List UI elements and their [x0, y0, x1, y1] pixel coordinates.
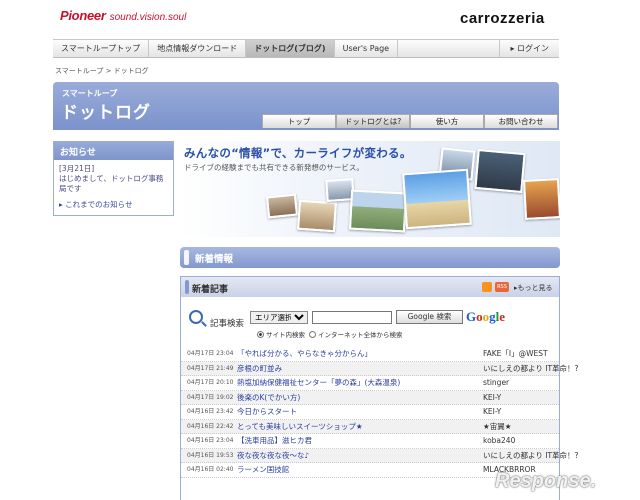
section-marker-icon — [185, 280, 189, 294]
notice-date: [3月21日] — [59, 164, 95, 173]
article-title-link[interactable]: 夜な夜な夜な夜～な♪ — [237, 449, 309, 463]
banner-tabs: トップ ドットログとは? 使い方 お問い合わせ — [262, 114, 558, 128]
breadcrumb: スマートループ > ドットログ — [55, 67, 149, 75]
option-web-search[interactable]: インターネット全体から検索 — [309, 329, 403, 339]
nav-users-page[interactable]: User's Page — [335, 40, 399, 57]
photo-family — [296, 199, 338, 233]
article-author[interactable]: FAKE「I」@WEST — [483, 347, 548, 361]
article-date: 04月16日 22:42 — [187, 422, 234, 430]
article-title-link[interactable]: とっても美味しいスイーツショップ★ — [237, 420, 363, 434]
article-row[interactable]: 04月16日 19:53 夜な夜な夜な夜～な♪ いにしえの都より IT革命！? — [181, 448, 579, 463]
article-title-link[interactable]: 後楽のK(でかい方) — [237, 391, 300, 405]
photo-people — [265, 193, 299, 219]
article-title-link[interactable]: 熱塩加納保健福祉センター「夢の森」(大森温泉) — [237, 376, 400, 390]
response-watermark: Response. — [495, 470, 597, 492]
notice-body: [3月21日] はじめまして、ドットログ事務局です — [54, 160, 173, 198]
news-section-header: 新着情報 — [180, 247, 560, 268]
article-date: 04月17日 23:04 — [187, 350, 234, 357]
photo-road — [348, 189, 408, 233]
login-link[interactable]: ▸ ログイン — [499, 40, 559, 57]
news-section-title: 新着情報 — [195, 254, 234, 265]
page-title: ドットログ — [61, 103, 151, 123]
article-date: 04月16日 23:42 — [187, 408, 234, 415]
article-title-link[interactable]: 彦根の町並み — [237, 362, 282, 376]
search-input[interactable] — [312, 311, 392, 324]
article-row[interactable]: 04月16日 22:42 とっても美味しいスイーツショップ★ ★宙翼★ — [181, 419, 559, 434]
article-title-link[interactable]: 今日からスタート — [237, 405, 297, 419]
search-label: 記事検索 — [210, 319, 245, 329]
photo-street — [474, 148, 526, 194]
article-author[interactable]: koba240 — [483, 434, 515, 448]
option-site-search[interactable]: サイト内検索 — [257, 329, 305, 339]
articles-header: 新着記事 RSS ▸もっと見る — [181, 277, 559, 297]
article-row[interactable]: 04月17日 23:04 「やれば分かる、やらなきゃ分からん」 FAKE「I」@WE… — [181, 347, 559, 362]
notice-text[interactable]: はじめまして、ドットログ事務局です — [59, 174, 168, 194]
tab-about-dotlog[interactable]: ドットログとは? — [336, 114, 410, 128]
hero-banner: みんなの“情報”で、カーライフが変わる。 ドライブの経験までも共有できる新発想の… — [180, 141, 560, 237]
more-link-label: もっと見る — [517, 284, 553, 292]
area-select[interactable]: エリア選択 — [250, 311, 308, 324]
photo-beach-palm — [402, 168, 472, 230]
article-date: 04月16日 02:40 — [187, 466, 234, 473]
article-row[interactable]: 04月17日 19:02 後楽のK(でかい方) KEI-Y — [181, 390, 559, 405]
article-date: 04月17日 20:10 — [187, 379, 234, 386]
article-author[interactable]: stinger — [483, 376, 509, 390]
article-list: 04月17日 23:04 「やれば分かる、やらなきゃ分からん」 FAKE「I」@WE… — [181, 347, 579, 478]
nav-dotlog-blog[interactable]: ドットログ(ブログ) — [246, 40, 335, 57]
notice-box: お知らせ [3月21日] はじめまして、ドットログ事務局です ▸ これまでのお知… — [53, 141, 174, 216]
section-marker-icon — [184, 250, 189, 265]
articles-title: 新着記事 — [192, 285, 229, 295]
pioneer-logo[interactable]: Pioneer sound.vision.soul — [60, 8, 186, 23]
rss-badge-icon[interactable]: RSS — [495, 282, 509, 292]
article-title-link[interactable]: 【洗車用品】滋ヒカ君 — [237, 434, 312, 448]
rss-icon[interactable] — [482, 282, 492, 292]
google-search-button[interactable]: Google 検索 — [396, 310, 463, 324]
article-title-link[interactable]: 「やれば分かる、やらなきゃ分からん」 — [237, 347, 372, 361]
article-title-link[interactable]: ラーメン国技館 — [237, 463, 289, 477]
nav-smartloop-top[interactable]: スマートループトップ — [53, 40, 150, 57]
option-site-label: サイト内検索 — [266, 331, 305, 339]
radio-site-search[interactable] — [257, 331, 264, 338]
article-author[interactable]: KEI-Y — [483, 405, 501, 419]
banner-divider — [53, 128, 559, 130]
brand-name: Pioneer — [60, 8, 106, 23]
tab-top[interactable]: トップ — [262, 114, 336, 128]
option-web-label: インターネット全体から検索 — [318, 331, 403, 339]
login-label: ログイン — [517, 44, 549, 53]
article-row[interactable]: 04月16日 23:42 今日からスタート KEI-Y — [181, 405, 559, 420]
article-date: 04月17日 19:02 — [187, 393, 234, 401]
article-date: 04月17日 21:49 — [187, 364, 234, 372]
brand-tagline: sound.vision.soul — [109, 12, 187, 23]
top-navigation: スマートループトップ 地点情報ダウンロード ドットログ(ブログ) User's … — [53, 39, 559, 58]
nav-point-download[interactable]: 地点情報ダウンロード — [149, 40, 247, 57]
radio-web-search[interactable] — [309, 331, 316, 338]
carrozzeria-logo[interactable]: carrozzeria — [460, 10, 545, 27]
photo-sunset — [522, 178, 560, 220]
article-author[interactable]: ★宙翼★ — [483, 420, 511, 434]
search-icon — [189, 310, 203, 324]
article-search: 記事検索 エリア選択 Google 検索 Google サイト内検索 インターネ… — [181, 303, 559, 341]
tab-contact[interactable]: お問い合わせ — [484, 114, 558, 128]
article-date: 04月16日 23:04 — [187, 437, 234, 444]
more-link[interactable]: ▸もっと見る — [514, 283, 553, 293]
article-author[interactable]: KEI-Y — [483, 391, 501, 405]
hero-headline: みんなの“情報”で、カーライフが変わる。 — [184, 146, 412, 160]
notice-archive-link[interactable]: ▸ これまでのお知らせ — [59, 199, 133, 210]
google-logo: Google — [466, 309, 506, 324]
article-date: 04月16日 19:53 — [187, 451, 234, 459]
article-row[interactable]: 04月16日 23:04 【洗車用品】滋ヒカ君 koba240 — [181, 434, 559, 449]
articles-panel: 新着記事 RSS ▸もっと見る 記事検索 エリア選択 Google 検索 Goo… — [180, 276, 579, 500]
tab-how-to-use[interactable]: 使い方 — [410, 114, 484, 128]
notice-title: お知らせ — [54, 142, 173, 160]
article-row[interactable]: 04月17日 20:10 熱塩加納保健福祉センター「夢の森」(大森温泉) sting… — [181, 376, 559, 391]
article-row[interactable]: 04月17日 21:49 彦根の町並み いにしえの都より IT革命！? — [181, 361, 579, 376]
article-author[interactable]: いにしえの都より IT革命！? — [483, 362, 579, 376]
article-author[interactable]: いにしえの都より IT革命！? — [483, 449, 579, 463]
notice-archive-label: これまでのお知らせ — [65, 200, 133, 209]
hero-subline: ドライブの経験までも共有できる新発想のサービス。 — [184, 163, 364, 172]
